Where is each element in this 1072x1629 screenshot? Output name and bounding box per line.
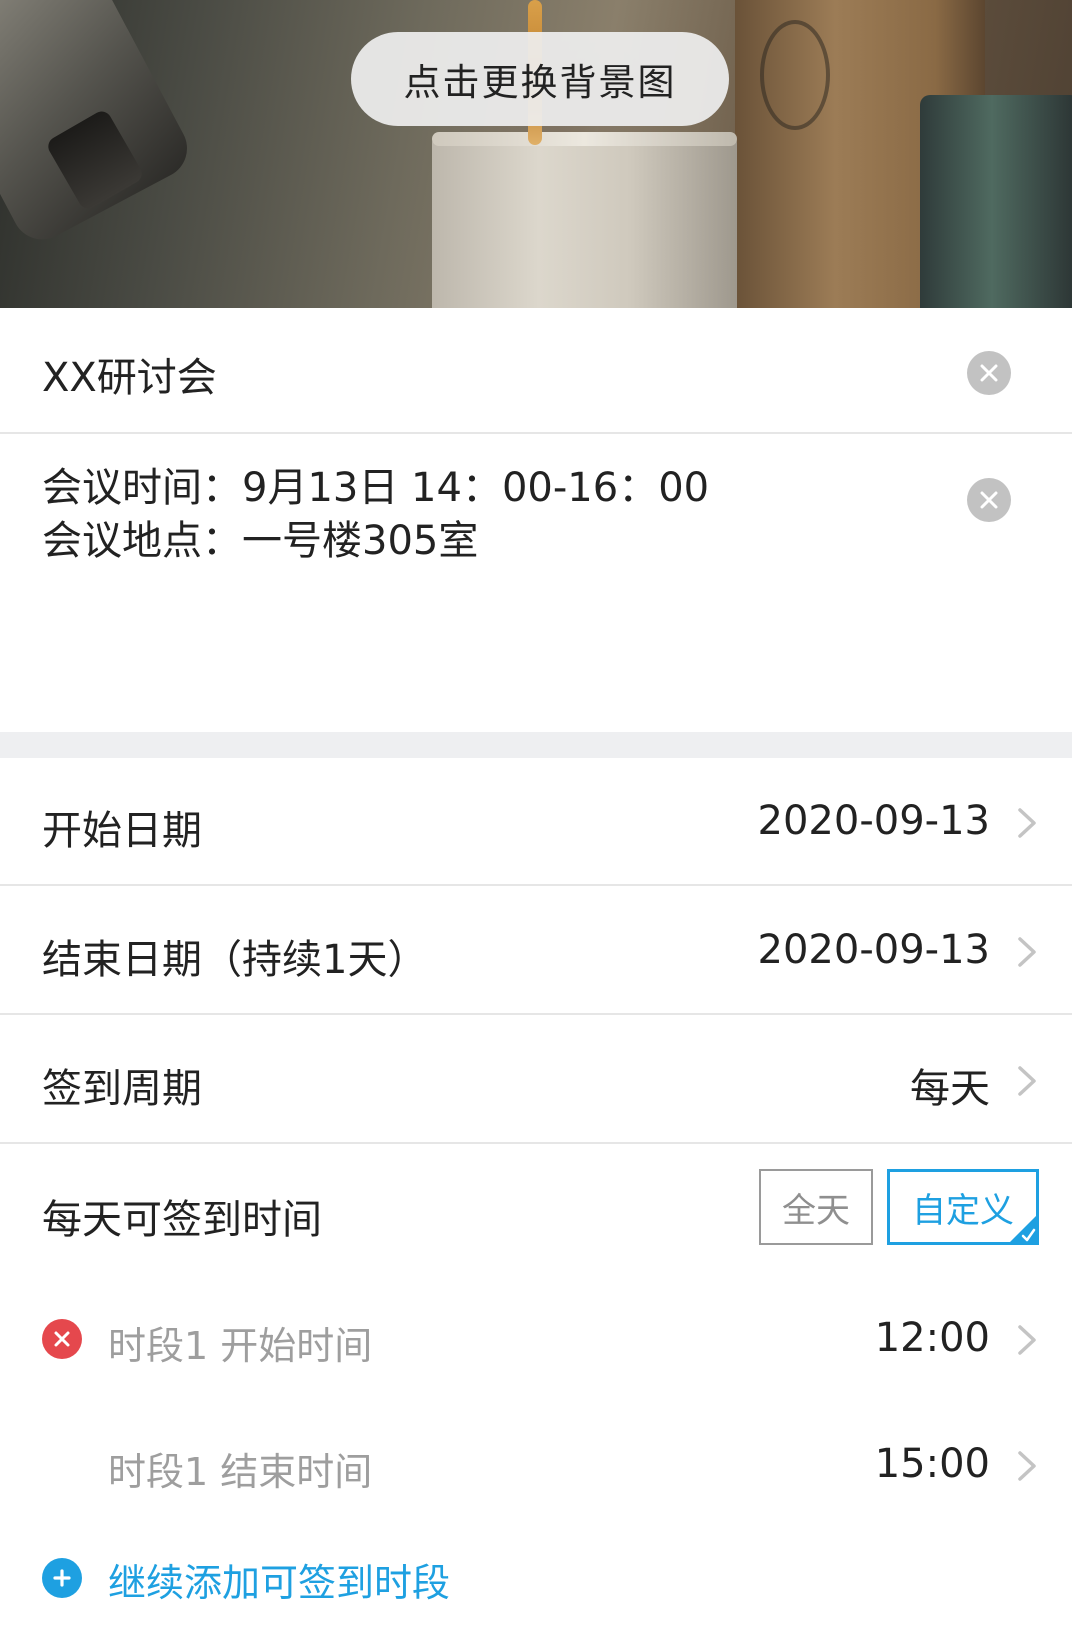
add-checkin-slot-button[interactable]: 继续添加可签到时段 [0,1530,1072,1629]
start-date-row[interactable]: 开始日期 2020-09-13 [0,758,1072,886]
meeting-description-field[interactable]: 会议时间：9月13日 14：00-16：00 会议地点：一号楼305室 [0,436,1072,732]
header-background-image[interactable]: 点击更换背景图 [0,0,1072,308]
daily-checkin-time-row: 每天可签到时间 全天 自定义 [0,1145,1072,1275]
end-date-value: 2020-09-13 [757,927,990,973]
add-circle-icon [42,1558,82,1598]
close-icon [54,1331,70,1347]
chevron-right-icon [1018,808,1036,838]
coffee-bag-seal-shape [760,20,830,130]
plus-icon [53,1569,71,1587]
checkin-cycle-row[interactable]: 签到周期 每天 [0,1016,1072,1144]
close-icon [980,364,998,382]
jar-shape [920,95,1072,308]
cup-rim-shape [432,132,737,146]
meeting-title-row[interactable]: XX研讨会 [0,308,1072,434]
chevron-right-icon [1018,1066,1036,1096]
chevron-right-icon [1018,937,1036,967]
meeting-time-text: 会议时间：9月13日 14：00-16：00 [42,465,710,511]
end-date-row[interactable]: 结束日期（持续1天） 2020-09-13 [0,887,1072,1015]
meeting-location-text: 会议地点：一号楼305室 [42,518,479,564]
change-background-button[interactable]: 点击更换背景图 [351,32,729,126]
all-day-option-button[interactable]: 全天 [759,1169,873,1245]
custom-option-button[interactable]: 自定义 [887,1169,1039,1245]
slot-start-time-value: 12:00 [874,1315,990,1361]
section-divider [0,732,1072,758]
custom-option-label: 自定义 [912,1190,1014,1231]
add-checkin-slot-label: 继续添加可签到时段 [108,1561,451,1605]
start-date-value: 2020-09-13 [757,798,990,844]
close-icon [980,491,998,509]
slot-end-time-value: 15:00 [874,1441,990,1487]
slot-start-time-row[interactable]: 时段1 开始时间 12:00 [0,1275,1072,1401]
checkin-cycle-label: 签到周期 [42,1066,202,1112]
slot-end-time-row[interactable]: 时段1 结束时间 15:00 [0,1401,1072,1527]
chevron-right-icon [1018,1325,1036,1355]
remove-slot-icon[interactable] [42,1319,82,1359]
clear-icon[interactable] [967,478,1011,522]
slot-end-time-label: 时段1 结束时间 [108,1450,373,1494]
end-date-label: 结束日期（持续1天） [42,937,428,983]
start-date-label: 开始日期 [42,808,202,854]
checkin-cycle-value: 每天 [910,1066,990,1112]
chevron-right-icon [1018,1451,1036,1481]
daily-checkin-time-label: 每天可签到时间 [42,1197,322,1243]
slot-start-time-label: 时段1 开始时间 [108,1324,373,1368]
check-corner-icon [1010,1216,1036,1242]
cup-shape [432,135,737,308]
checkin-settings-screen: 点击更换背景图 XX研讨会 会议时间：9月13日 14：00-16：00 会议地… [0,0,1072,1629]
clear-icon[interactable] [967,351,1011,395]
meeting-title-input[interactable]: XX研讨会 [42,345,217,403]
